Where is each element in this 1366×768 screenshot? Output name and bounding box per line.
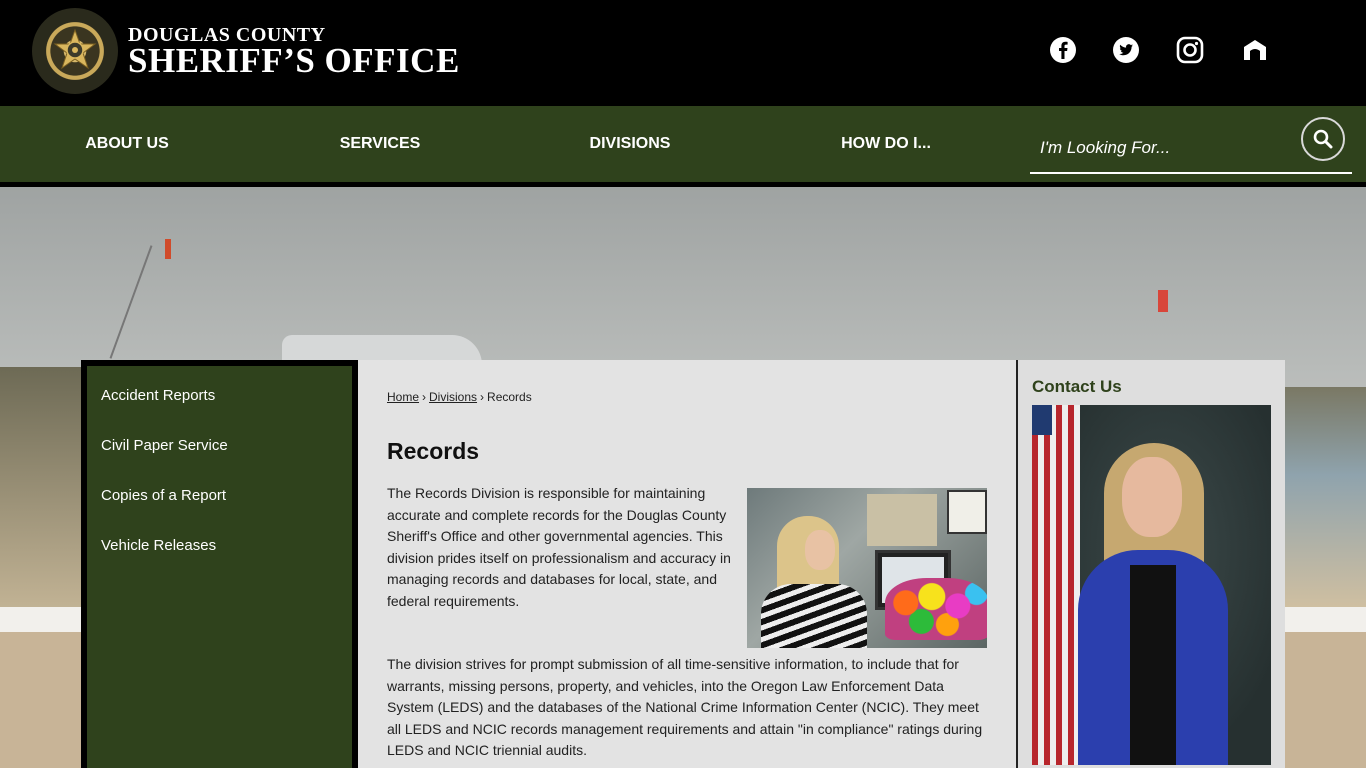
photo-bulletin-board: [867, 494, 937, 546]
instagram-link[interactable]: [1175, 35, 1205, 65]
hero-flag: [165, 239, 171, 259]
intro-paragraph: The Records Division is responsible for …: [387, 485, 731, 609]
breadcrumb-divisions[interactable]: Divisions: [429, 390, 477, 404]
contact-person-photo: [1032, 405, 1271, 765]
nav-services[interactable]: SERVICES: [318, 106, 442, 182]
photo-flowers: [885, 578, 987, 640]
main-content: Home › Divisions › Records Records The Recor…: [358, 360, 1016, 768]
site-header: DOUGLAS COUNTY SHERIFF’S OFFICE: [0, 0, 1366, 106]
site-name-line2: SHERIFF’S OFFICE: [128, 41, 460, 80]
photo-person-face: [805, 530, 835, 570]
sidebar-item-copies-of-a-report[interactable]: Copies of a Report: [87, 478, 352, 528]
sidebar-menu: Accident Reports Civil Paper Service Cop…: [87, 366, 352, 768]
sidebar-item-accident-reports[interactable]: Accident Reports: [87, 378, 352, 428]
nextdoor-icon: [1244, 40, 1266, 60]
photo-wall-frame: [947, 490, 987, 534]
breadcrumb-separator: ›: [480, 390, 485, 404]
search-input[interactable]: [1040, 130, 1290, 166]
contact-us-heading: Contact Us: [1032, 377, 1122, 396]
hero-flag-pole: [109, 245, 153, 359]
hero-dune-right: [1280, 387, 1366, 607]
photo-us-flag: [1032, 405, 1080, 765]
photo-person-shirt: [761, 584, 867, 648]
star-icon: [53, 28, 97, 70]
site-name[interactable]: DOUGLAS COUNTY SHERIFF’S OFFICE: [128, 24, 460, 80]
nav-divisions[interactable]: DIVISIONS: [568, 106, 692, 182]
main-nav: ABOUT US SERVICES DIVISIONS HOW DO I...: [0, 106, 1366, 182]
twitter-icon: [1113, 37, 1139, 63]
sidebar: Accident Reports Civil Paper Service Cop…: [81, 360, 358, 768]
breadcrumb-home[interactable]: Home: [387, 390, 419, 404]
search-icon: [1313, 129, 1333, 149]
breadcrumb-separator: ›: [422, 390, 427, 404]
nav-how-do-i[interactable]: HOW DO I...: [820, 106, 952, 182]
search-button[interactable]: [1301, 117, 1345, 161]
hero-flag-right: [1158, 290, 1168, 312]
photo-contact-face: [1122, 457, 1182, 537]
breadcrumb: Home › Divisions › Records: [387, 390, 532, 404]
instagram-icon: [1176, 36, 1204, 64]
breadcrumb-current: Records: [487, 390, 532, 404]
records-office-photo: [747, 488, 987, 648]
search-box: [1030, 117, 1352, 174]
compliance-paragraph: The division strives for prompt submissi…: [387, 656, 983, 758]
nextdoor-link[interactable]: [1240, 35, 1270, 65]
sidebar-item-civil-paper-service[interactable]: Civil Paper Service: [87, 428, 352, 478]
page-title: Records: [387, 438, 480, 464]
facebook-link[interactable]: [1048, 35, 1078, 65]
photo-flag-canton: [1032, 405, 1052, 435]
facebook-icon: [1050, 37, 1076, 63]
nav-about-us[interactable]: ABOUT US: [62, 106, 192, 182]
twitter-link[interactable]: [1111, 35, 1141, 65]
photo-contact-top: [1130, 565, 1176, 765]
sheriff-badge-logo[interactable]: [32, 8, 118, 94]
sidebar-item-vehicle-releases[interactable]: Vehicle Releases: [87, 528, 352, 578]
contact-sidebar: Contact Us: [1016, 360, 1285, 768]
